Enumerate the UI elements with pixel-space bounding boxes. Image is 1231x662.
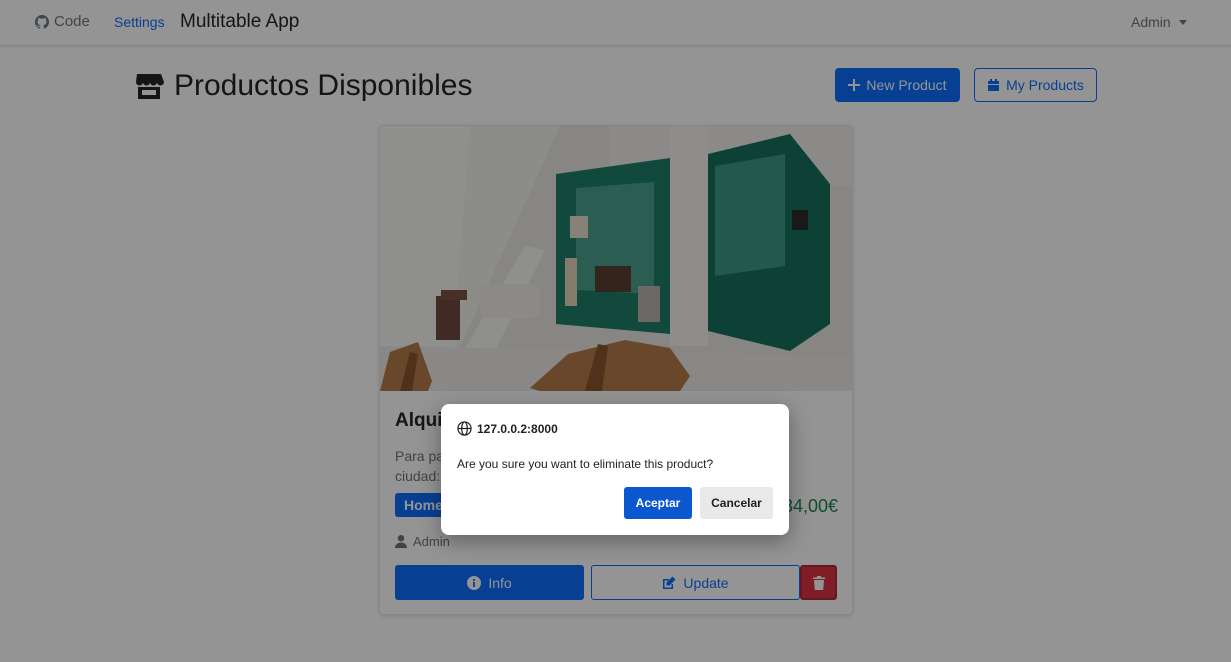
accept-button[interactable]: Aceptar xyxy=(624,487,692,519)
confirm-dialog: 127.0.0.2:8000 Are you sure you want to … xyxy=(441,404,789,535)
dialog-origin: 127.0.0.2:8000 xyxy=(457,421,558,436)
cancel-button[interactable]: Cancelar xyxy=(700,487,773,519)
globe-icon xyxy=(457,421,472,436)
dialog-origin-text: 127.0.0.2:8000 xyxy=(477,421,558,436)
modal-backdrop xyxy=(0,0,1231,662)
dialog-message: Are you sure you want to eliminate this … xyxy=(457,457,714,471)
